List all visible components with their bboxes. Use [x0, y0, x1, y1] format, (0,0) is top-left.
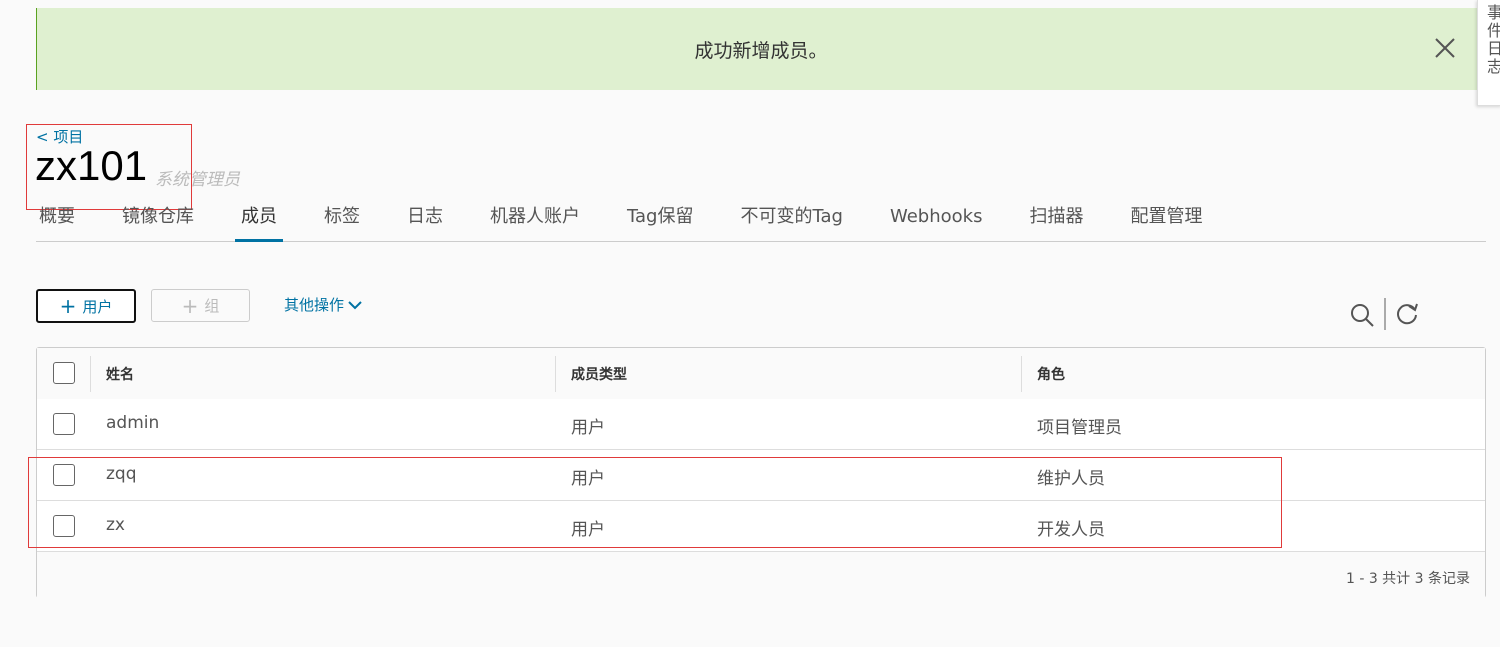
alert-message: 成功新增成员。: [694, 39, 828, 62]
column-header-member-type[interactable]: 成员类型: [571, 364, 627, 384]
add-user-button[interactable]: + 用户: [36, 289, 136, 323]
member-name: zx: [106, 515, 125, 535]
tab-scanners[interactable]: 扫描器: [1026, 200, 1086, 241]
column-header-role[interactable]: 角色: [1037, 364, 1065, 384]
member-type: 用户: [571, 418, 605, 438]
table-footer: 1 - 3 共计 3 条记录: [37, 552, 1485, 598]
tab-configuration[interactable]: 配置管理: [1127, 200, 1205, 241]
add-group-label: 组: [204, 297, 220, 315]
table-row[interactable]: zqq 用户 维护人员: [37, 450, 1485, 501]
table-row[interactable]: zx 用户 开发人员: [37, 501, 1485, 552]
plus-icon: +: [59, 294, 77, 318]
members-table: 姓名 成员类型 角色 admin 用户 项目管理员 zqq 用户 维护人员 zx…: [36, 347, 1486, 598]
row-checkbox[interactable]: [53, 413, 75, 435]
plus-icon: +: [181, 293, 199, 318]
column-header-name[interactable]: 姓名: [106, 364, 134, 384]
toolbar-divider: [1384, 298, 1386, 330]
row-checkbox[interactable]: [53, 464, 75, 486]
member-name: admin: [106, 413, 160, 433]
column-divider: [555, 356, 556, 392]
event-log-tab[interactable]: 事件日志: [1477, 0, 1500, 106]
page-title: zx101: [35, 142, 148, 189]
close-icon[interactable]: [1431, 34, 1459, 62]
tab-labels[interactable]: 标签: [321, 200, 363, 241]
tab-repositories[interactable]: 镜像仓库: [119, 200, 197, 241]
user-role-label: 系统管理员: [155, 170, 240, 190]
tab-immutable-tags[interactable]: 不可变的Tag: [737, 200, 845, 241]
tab-tag-retention[interactable]: Tag保留: [624, 200, 696, 241]
tab-webhooks[interactable]: Webhooks: [887, 200, 985, 241]
event-log-label: 事件日志: [1484, 4, 1500, 76]
member-type: 用户: [571, 469, 605, 489]
add-group-button[interactable]: + 组: [151, 289, 250, 322]
success-alert: 成功新增成员。: [36, 8, 1485, 90]
member-role: 开发人员: [1037, 520, 1105, 540]
add-user-label: 用户: [82, 297, 113, 316]
tab-robot-accounts[interactable]: 机器人账户: [487, 200, 583, 241]
more-actions-dropdown[interactable]: 其他操作: [284, 294, 363, 315]
column-divider: [1021, 356, 1022, 392]
tab-summary[interactable]: 概要: [36, 200, 78, 241]
member-role: 维护人员: [1037, 469, 1105, 489]
more-actions-label: 其他操作: [284, 296, 345, 314]
row-checkbox[interactable]: [53, 515, 75, 537]
tab-logs[interactable]: 日志: [404, 200, 446, 241]
refresh-icon[interactable]: [1394, 301, 1420, 327]
column-divider: [90, 356, 91, 392]
tab-members[interactable]: 成员: [235, 200, 283, 242]
project-tabs: 概要 镜像仓库 成员 标签 日志 机器人账户 Tag保留 不可变的Tag Web…: [36, 200, 1486, 242]
select-all-checkbox[interactable]: [53, 362, 75, 384]
chevron-down-icon: [348, 300, 362, 309]
member-role: 项目管理员: [1037, 418, 1122, 438]
table-header: 姓名 成员类型 角色: [37, 348, 1485, 400]
table-row[interactable]: admin 用户 项目管理员: [37, 399, 1485, 450]
search-icon[interactable]: [1349, 302, 1375, 328]
member-name: zqq: [106, 464, 137, 484]
member-type: 用户: [571, 520, 605, 540]
pagination-summary: 1 - 3 共计 3 条记录: [1345, 571, 1470, 587]
